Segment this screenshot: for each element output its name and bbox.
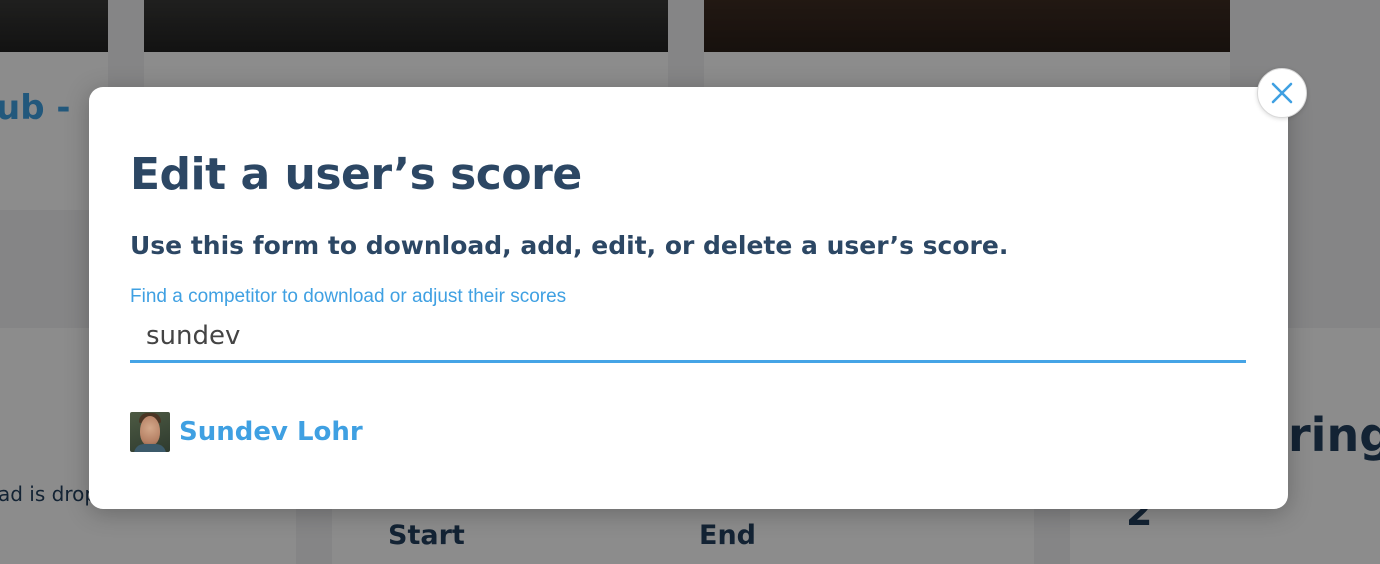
competitor-search-label: Find a competitor to download or adjust … xyxy=(130,286,567,307)
search-result-name[interactable]: Sundev Lohr xyxy=(179,417,363,447)
search-result-item[interactable]: Sundev Lohr xyxy=(130,412,363,452)
modal-subtitle: Use this form to download, add, edit, or… xyxy=(130,231,1009,260)
edit-score-modal: Edit a user’s score Use this form to dow… xyxy=(89,87,1288,509)
modal-title: Edit a user’s score xyxy=(130,149,582,200)
close-icon xyxy=(1271,82,1293,104)
close-button[interactable] xyxy=(1257,68,1307,118)
competitor-search-input[interactable] xyxy=(130,311,1246,363)
avatar xyxy=(130,412,170,452)
